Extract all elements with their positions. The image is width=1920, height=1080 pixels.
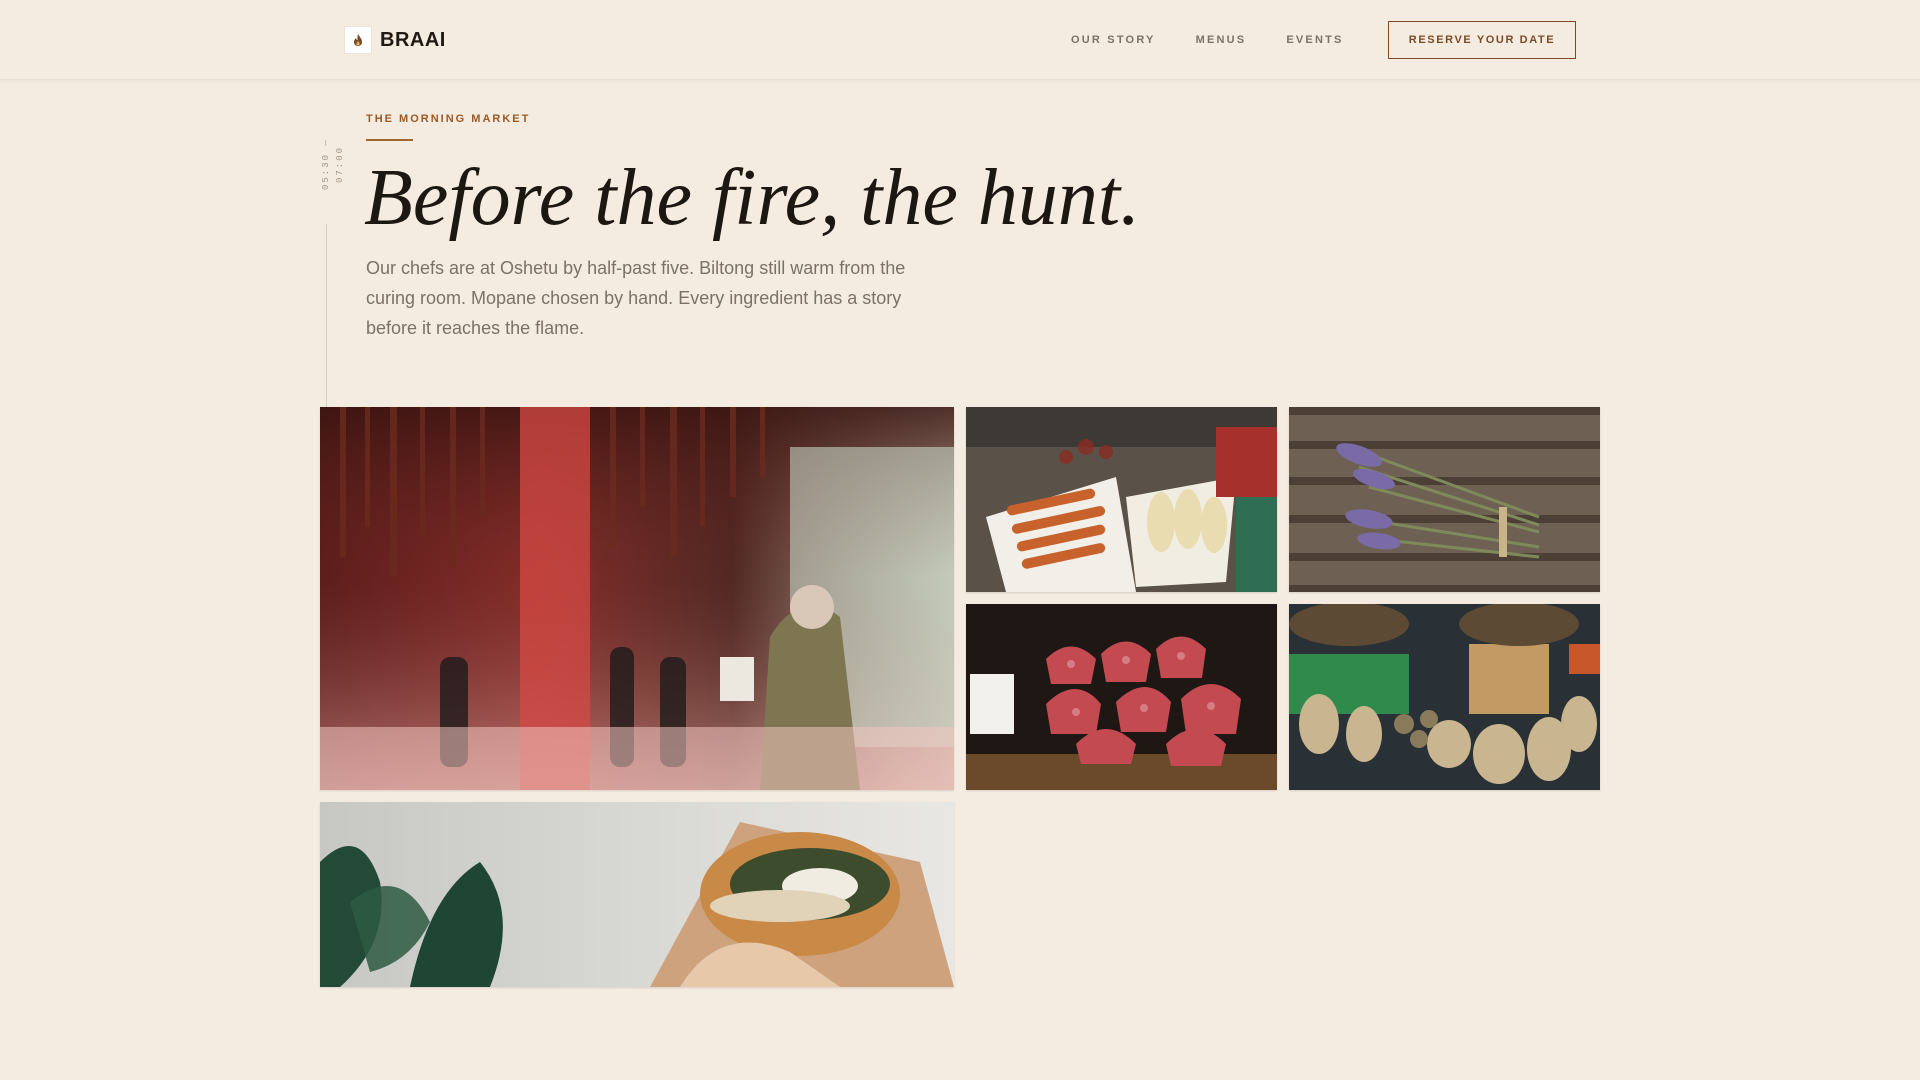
- main-nav: OUR STORY MENUS EVENTS: [1071, 33, 1384, 47]
- nav-link-events[interactable]: EVENTS: [1286, 33, 1343, 47]
- section-eyebrow: THE MORNING MARKET: [366, 113, 531, 125]
- timeline-divider: [326, 224, 327, 419]
- brand-logo[interactable]: BRAAI: [344, 26, 446, 54]
- section-body: Our chefs are at Oshetu by half-past fiv…: [366, 258, 906, 338]
- flame-icon: [344, 26, 372, 54]
- brand-name: BRAAI: [380, 28, 446, 51]
- site-header: BRAAI OUR STORY MENUS EVENTS RESERVE YOU…: [0, 0, 1920, 80]
- raw-steak-photo: [966, 604, 1277, 790]
- nav-link-our-story[interactable]: OUR STORY: [1071, 33, 1156, 47]
- section-headline: Before the fire, the hunt.: [364, 154, 1141, 242]
- reserve-date-button[interactable]: RESERVE YOUR DATE: [1388, 21, 1576, 59]
- time-range-label: 05:30 — 07:00: [321, 138, 345, 190]
- vegetable-crates-photo: [966, 407, 1277, 592]
- root-baskets-photo: [1289, 604, 1600, 790]
- market-hall-photo: [320, 407, 954, 790]
- stuffed-bun-photo: [320, 802, 954, 987]
- lavender-bundles-photo: [1289, 407, 1600, 592]
- nav-link-menus[interactable]: MENUS: [1196, 33, 1247, 47]
- eyebrow-rule: [366, 139, 413, 141]
